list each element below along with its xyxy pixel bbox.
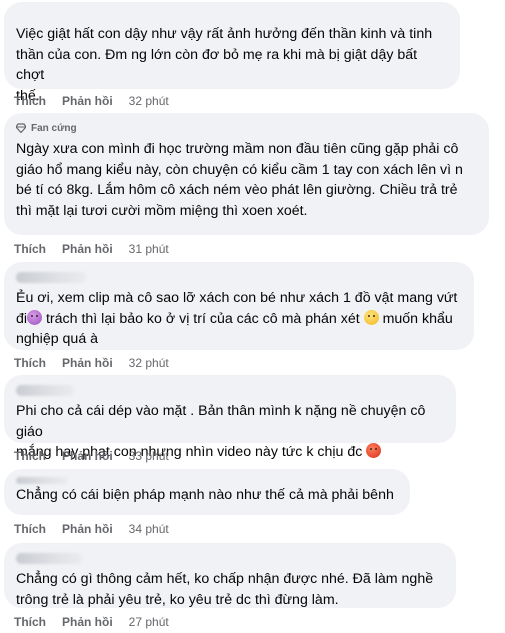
comment-header: [16, 476, 398, 484]
reply-button[interactable]: Phản hồi: [62, 522, 113, 536]
comment-bubble: Chẳng có cái biện pháp mạnh nào như thế …: [4, 469, 410, 515]
comment-text-part: trách thì lại bảo ko ở vị trí của các cô…: [42, 310, 364, 327]
blurred-author-name[interactable]: [16, 476, 68, 484]
sad-face-emoji-icon: [363, 309, 379, 325]
comment-actions: Thích Phản hồi 31 phút: [14, 242, 169, 256]
comment-text: Chẳng có cái biện pháp mạnh nào như thế …: [16, 487, 394, 503]
blurred-author-name[interactable]: [16, 552, 82, 564]
purple-face-emoji-icon: [27, 309, 43, 325]
reply-button[interactable]: Phản hồi: [62, 615, 113, 629]
comment-actions: Thích Phản hồi 33 phút: [14, 449, 169, 463]
comment-header: Fan cứng: [16, 121, 477, 135]
comment-bubble: Ẻu ơi, xem clip mà cô sao lỡ xách con bé…: [4, 262, 474, 350]
reply-button[interactable]: Phản hồi: [62, 242, 113, 256]
comment-timestamp[interactable]: 32 phút: [129, 356, 169, 370]
like-button[interactable]: Thích: [14, 615, 46, 629]
comment-header: [16, 270, 462, 284]
comment-text: Chẳng có gì thông cảm hết, ko chấp nhận …: [16, 571, 434, 608]
comment-bubble: Fan cứng Ngày xưa con mình đi học trường…: [4, 113, 489, 235]
reply-button[interactable]: Phản hồi: [62, 94, 113, 108]
comment-bubble: Việc giật hất con dậy như vậy rất ảnh hư…: [4, 2, 460, 104]
reply-button[interactable]: Phản hồi: [62, 356, 113, 370]
comment-actions: Thích Phản hồi 27 phút: [14, 615, 169, 629]
comment-timestamp[interactable]: 32 phút: [129, 94, 169, 108]
reply-button[interactable]: Phản hồi: [62, 449, 113, 463]
comment-text: Ẻu ơi, xem clip mà cô sao lỡ xách con bé…: [16, 288, 462, 350]
like-button[interactable]: Thích: [14, 449, 46, 463]
diamond-icon: [16, 123, 26, 133]
like-button[interactable]: Thích: [14, 522, 46, 536]
blurred-author-name[interactable]: [16, 384, 74, 396]
comment-text: Ngày xưa con mình đi học trường mầm non …: [16, 141, 463, 219]
like-button[interactable]: Thích: [14, 242, 46, 256]
badge-label: Fan cứng: [31, 122, 77, 134]
comment-header: [16, 551, 444, 565]
comment-timestamp[interactable]: 27 phút: [129, 615, 169, 629]
comment-timestamp[interactable]: 34 phút: [129, 522, 169, 536]
comment-timestamp[interactable]: 31 phút: [129, 242, 169, 256]
like-button[interactable]: Thích: [14, 356, 46, 370]
comment-bubble: Phi cho cả cái dép vào mặt . Bản thân mì…: [4, 375, 456, 460]
angry-face-emoji-icon: [366, 443, 382, 458]
comment-timestamp[interactable]: 33 phút: [129, 449, 169, 463]
comment-actions: Thích Phản hồi 34 phút: [14, 522, 169, 536]
like-button[interactable]: Thích: [14, 94, 46, 108]
comment-actions: Thích Phản hồi 32 phút: [14, 356, 169, 370]
blurred-author-name[interactable]: [16, 271, 86, 283]
fan-badge: Fan cứng: [16, 123, 77, 134]
comment-actions: Thích Phản hồi 32 phút: [14, 94, 169, 108]
comment-bubble: Chẳng có gì thông cảm hết, ko chấp nhận …: [4, 543, 456, 608]
comment-header: [16, 383, 444, 397]
